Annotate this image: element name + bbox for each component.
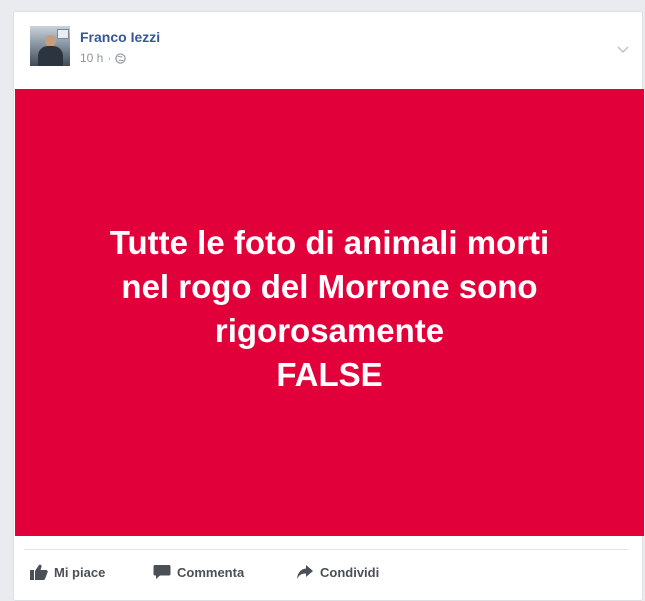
share-label: Condividi <box>320 564 380 580</box>
post-header: Franco Iezzi 10 h · <box>30 26 642 76</box>
author-name[interactable]: Franco Iezzi <box>80 28 160 46</box>
comment-label: Commenta <box>177 564 245 580</box>
share-arrow-icon <box>297 565 313 579</box>
chevron-down-icon[interactable] <box>616 42 630 56</box>
avatar-logo <box>57 29 69 39</box>
meta-separator: · <box>107 51 112 65</box>
comment-icon <box>153 565 171 579</box>
banner-line: Tutte le foto di animali morti <box>109 223 550 261</box>
actions-divider <box>24 549 628 550</box>
like-label: Mi piace <box>54 564 106 580</box>
avatar-body <box>38 46 63 66</box>
post-time[interactable]: 10 h <box>80 50 103 66</box>
like-button[interactable]: Mi piace <box>30 561 105 583</box>
banner-text: Tutte le foto di animali morti nel rogo … <box>50 221 610 397</box>
banner-line: nel rogo del Morrone sono <box>121 267 538 305</box>
post-image-banner[interactable]: Tutte le foto di animali morti nel rogo … <box>15 89 644 536</box>
banner-line: rigorosamente <box>214 311 445 349</box>
author-avatar[interactable] <box>30 26 70 66</box>
banner-line: FALSE <box>276 355 383 393</box>
post-card: Franco Iezzi 10 h · Tutte le foto di ani… <box>13 11 644 601</box>
globe-icon[interactable] <box>115 52 127 64</box>
post-actions: Mi piace Commenta Condividi <box>14 558 642 586</box>
thumbs-up-icon <box>30 564 48 580</box>
comment-button[interactable]: Commenta <box>153 561 244 583</box>
post-meta: 10 h · <box>80 50 127 66</box>
share-button[interactable]: Condividi <box>296 561 379 583</box>
